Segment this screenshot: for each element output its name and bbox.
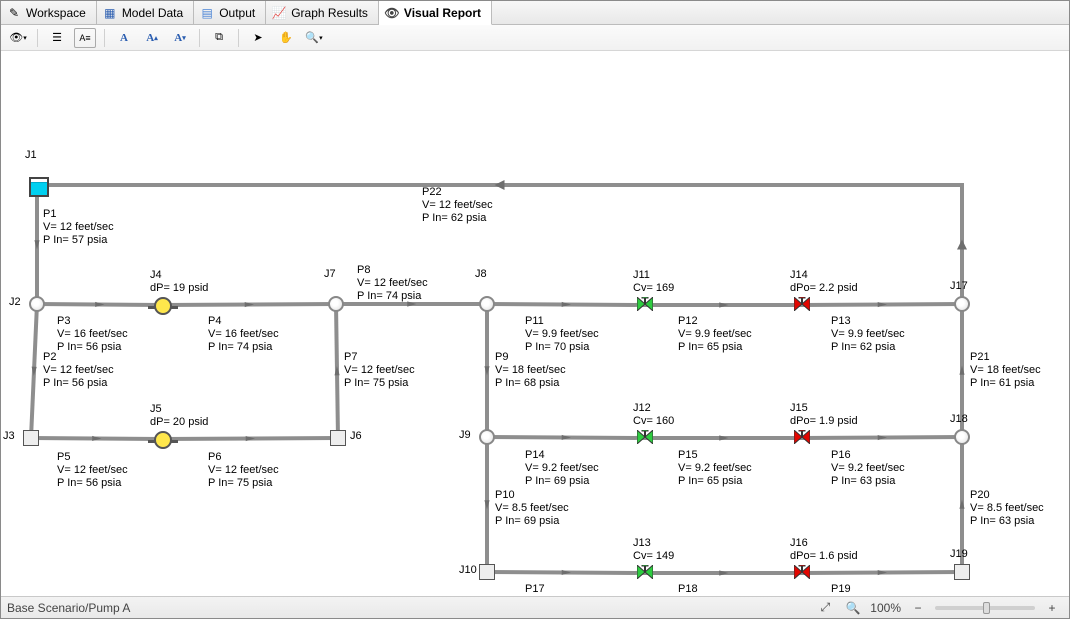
zoom-magnifier-icon[interactable]: 🔍 [842,598,864,618]
copy-icon[interactable]: ⧉ [208,28,230,48]
junction-label: J9 [459,429,471,442]
labels-layer: J1 J2 J3 J4 dP= 19 psid J5 dP= 20 psid J6 J7 J8… [1,51,1069,596]
tab-label: Visual Report [404,6,481,20]
junction-label: J17 [950,280,968,293]
junction-label: J8 [475,268,487,281]
tab-model-data[interactable]: ▦ Model Data [97,1,194,24]
junction-label: J1 [25,149,37,162]
status-bar: Base Scenario/Pump A ⤢ 🔍 100% − + [1,596,1069,618]
toolbar: 👁▾ ☰ A≡ A A▴ A▾ ⧉ ➤ ✋ 🔍▾ [1,25,1069,51]
zoom-value: 100% [870,601,901,615]
tab-visual-report[interactable]: 👁 Visual Report [379,1,492,25]
visual-report-icon: 👁 [385,6,399,20]
eye-icon[interactable]: 👁▾ [7,28,29,48]
pipe-label: P13 V= 9.9 feet/sec P In= 62 psia [831,315,905,354]
junction-label: J12 Cv= 160 [633,402,674,428]
junction-label: J5 dP= 20 psid [150,403,208,429]
separator [37,29,38,47]
junction-label: J7 [324,268,336,281]
pipe-label: P20 V= 8.5 feet/sec P In= 63 psia [970,489,1044,528]
tab-output[interactable]: ▤ Output [194,1,266,24]
pipe-label: P5 V= 12 feet/sec P In= 56 psia [57,451,128,490]
junction-label: J14 dPo= 2.2 psid [790,269,858,295]
model-data-icon: ▦ [103,6,117,20]
pipe-label: P12 V= 9.9 feet/sec P In= 65 psia [678,315,752,354]
zoom-slider[interactable] [935,606,1035,610]
tab-bar: ✎ Workspace ▦ Model Data ▤ Output 📈 Grap… [1,1,1069,25]
app-window: ✎ Workspace ▦ Model Data ▤ Output 📈 Grap… [0,0,1070,619]
pipe-label: P18 V= 8.5 feet/sec P In= 65 psia [678,583,752,596]
zoom-slider-thumb[interactable] [983,602,990,614]
graph-icon: 📈 [272,6,286,20]
pipe-label: P8 V= 12 feet/sec P In= 74 psia [357,264,428,303]
junction-label: J16 dPo= 1.6 psid [790,537,858,563]
pipe-label: P16 V= 9.2 feet/sec P In= 63 psia [831,449,905,488]
pipe-label: P15 V= 9.2 feet/sec P In= 65 psia [678,449,752,488]
pipe-label: P10 V= 8.5 feet/sec P In= 69 psia [495,489,569,528]
text-note-icon[interactable]: A≡ [74,28,96,48]
separator [238,29,239,47]
pipe-label: P17 V= 8.5 feet/sec P In= 69 psia [525,583,599,596]
pipe-label: P3 V= 16 feet/sec P In= 56 psia [57,315,128,354]
zoom-fit-icon[interactable]: ⤢ [814,598,836,618]
junction-label: J13 Cv= 149 [633,537,674,563]
junction-label: J11 Cv= 169 [633,269,674,295]
junction-label: J4 dP= 19 psid [150,269,208,295]
font-minus-icon[interactable]: A▾ [169,28,191,48]
zoom-out-button[interactable]: − [907,598,929,618]
tab-label: Graph Results [291,6,368,20]
list-view-icon[interactable]: ☰ [46,28,68,48]
pan-icon[interactable]: ✋ [275,28,297,48]
output-icon: ▤ [200,6,214,20]
pipe-label: P14 V= 9.2 feet/sec P In= 69 psia [525,449,599,488]
junction-label: J6 [350,430,362,443]
pipe-label: P4 V= 16 feet/sec P In= 74 psia [208,315,279,354]
pipe-label: P19 V= 8.5 feet/sec P In= 63 psia [831,583,905,596]
junction-label: J18 [950,413,968,426]
zoom-in-button[interactable]: + [1041,598,1063,618]
pointer-icon[interactable]: ➤ [247,28,269,48]
diagram-canvas[interactable]: J1 J2 J3 J4 dP= 19 psid J5 dP= 20 psid J6 J7 J8… [1,51,1069,596]
junction-label: J19 [950,548,968,561]
scenario-path: Base Scenario/Pump A [7,601,130,615]
pipe-label: P2 V= 12 feet/sec P In= 56 psia [43,351,114,390]
font-a-icon[interactable]: A [113,28,135,48]
pipe-label: P22 V= 12 feet/sec P In= 62 psia [422,186,493,225]
workspace-icon: ✎ [7,6,21,20]
pipe-label: P7 V= 12 feet/sec P In= 75 psia [344,351,415,390]
pipe-label: P9 V= 18 feet/sec P In= 68 psia [495,351,566,390]
pipe-label: P21 V= 18 feet/sec P In= 61 psia [970,351,1041,390]
zoom-controls: ⤢ 🔍 100% − + [814,598,1063,618]
junction-label: J10 [459,564,477,577]
tab-label: Output [219,6,255,20]
junction-label: J3 [3,430,15,443]
pipe-label: P6 V= 12 feet/sec P In= 75 psia [208,451,279,490]
separator [104,29,105,47]
tab-label: Workspace [26,6,86,20]
tab-workspace[interactable]: ✎ Workspace [1,1,97,24]
separator [199,29,200,47]
junction-label: J15 dPo= 1.9 psid [790,402,858,428]
font-plus-icon[interactable]: A▴ [141,28,163,48]
pipe-label: P1 V= 12 feet/sec P In= 57 psia [43,208,114,247]
tab-graph-results[interactable]: 📈 Graph Results [266,1,379,24]
pipe-label: P11 V= 9.9 feet/sec P In= 70 psia [525,315,599,354]
junction-label: J2 [9,296,21,309]
zoom-dropdown-icon[interactable]: 🔍▾ [303,28,325,48]
tab-label: Model Data [122,6,183,20]
